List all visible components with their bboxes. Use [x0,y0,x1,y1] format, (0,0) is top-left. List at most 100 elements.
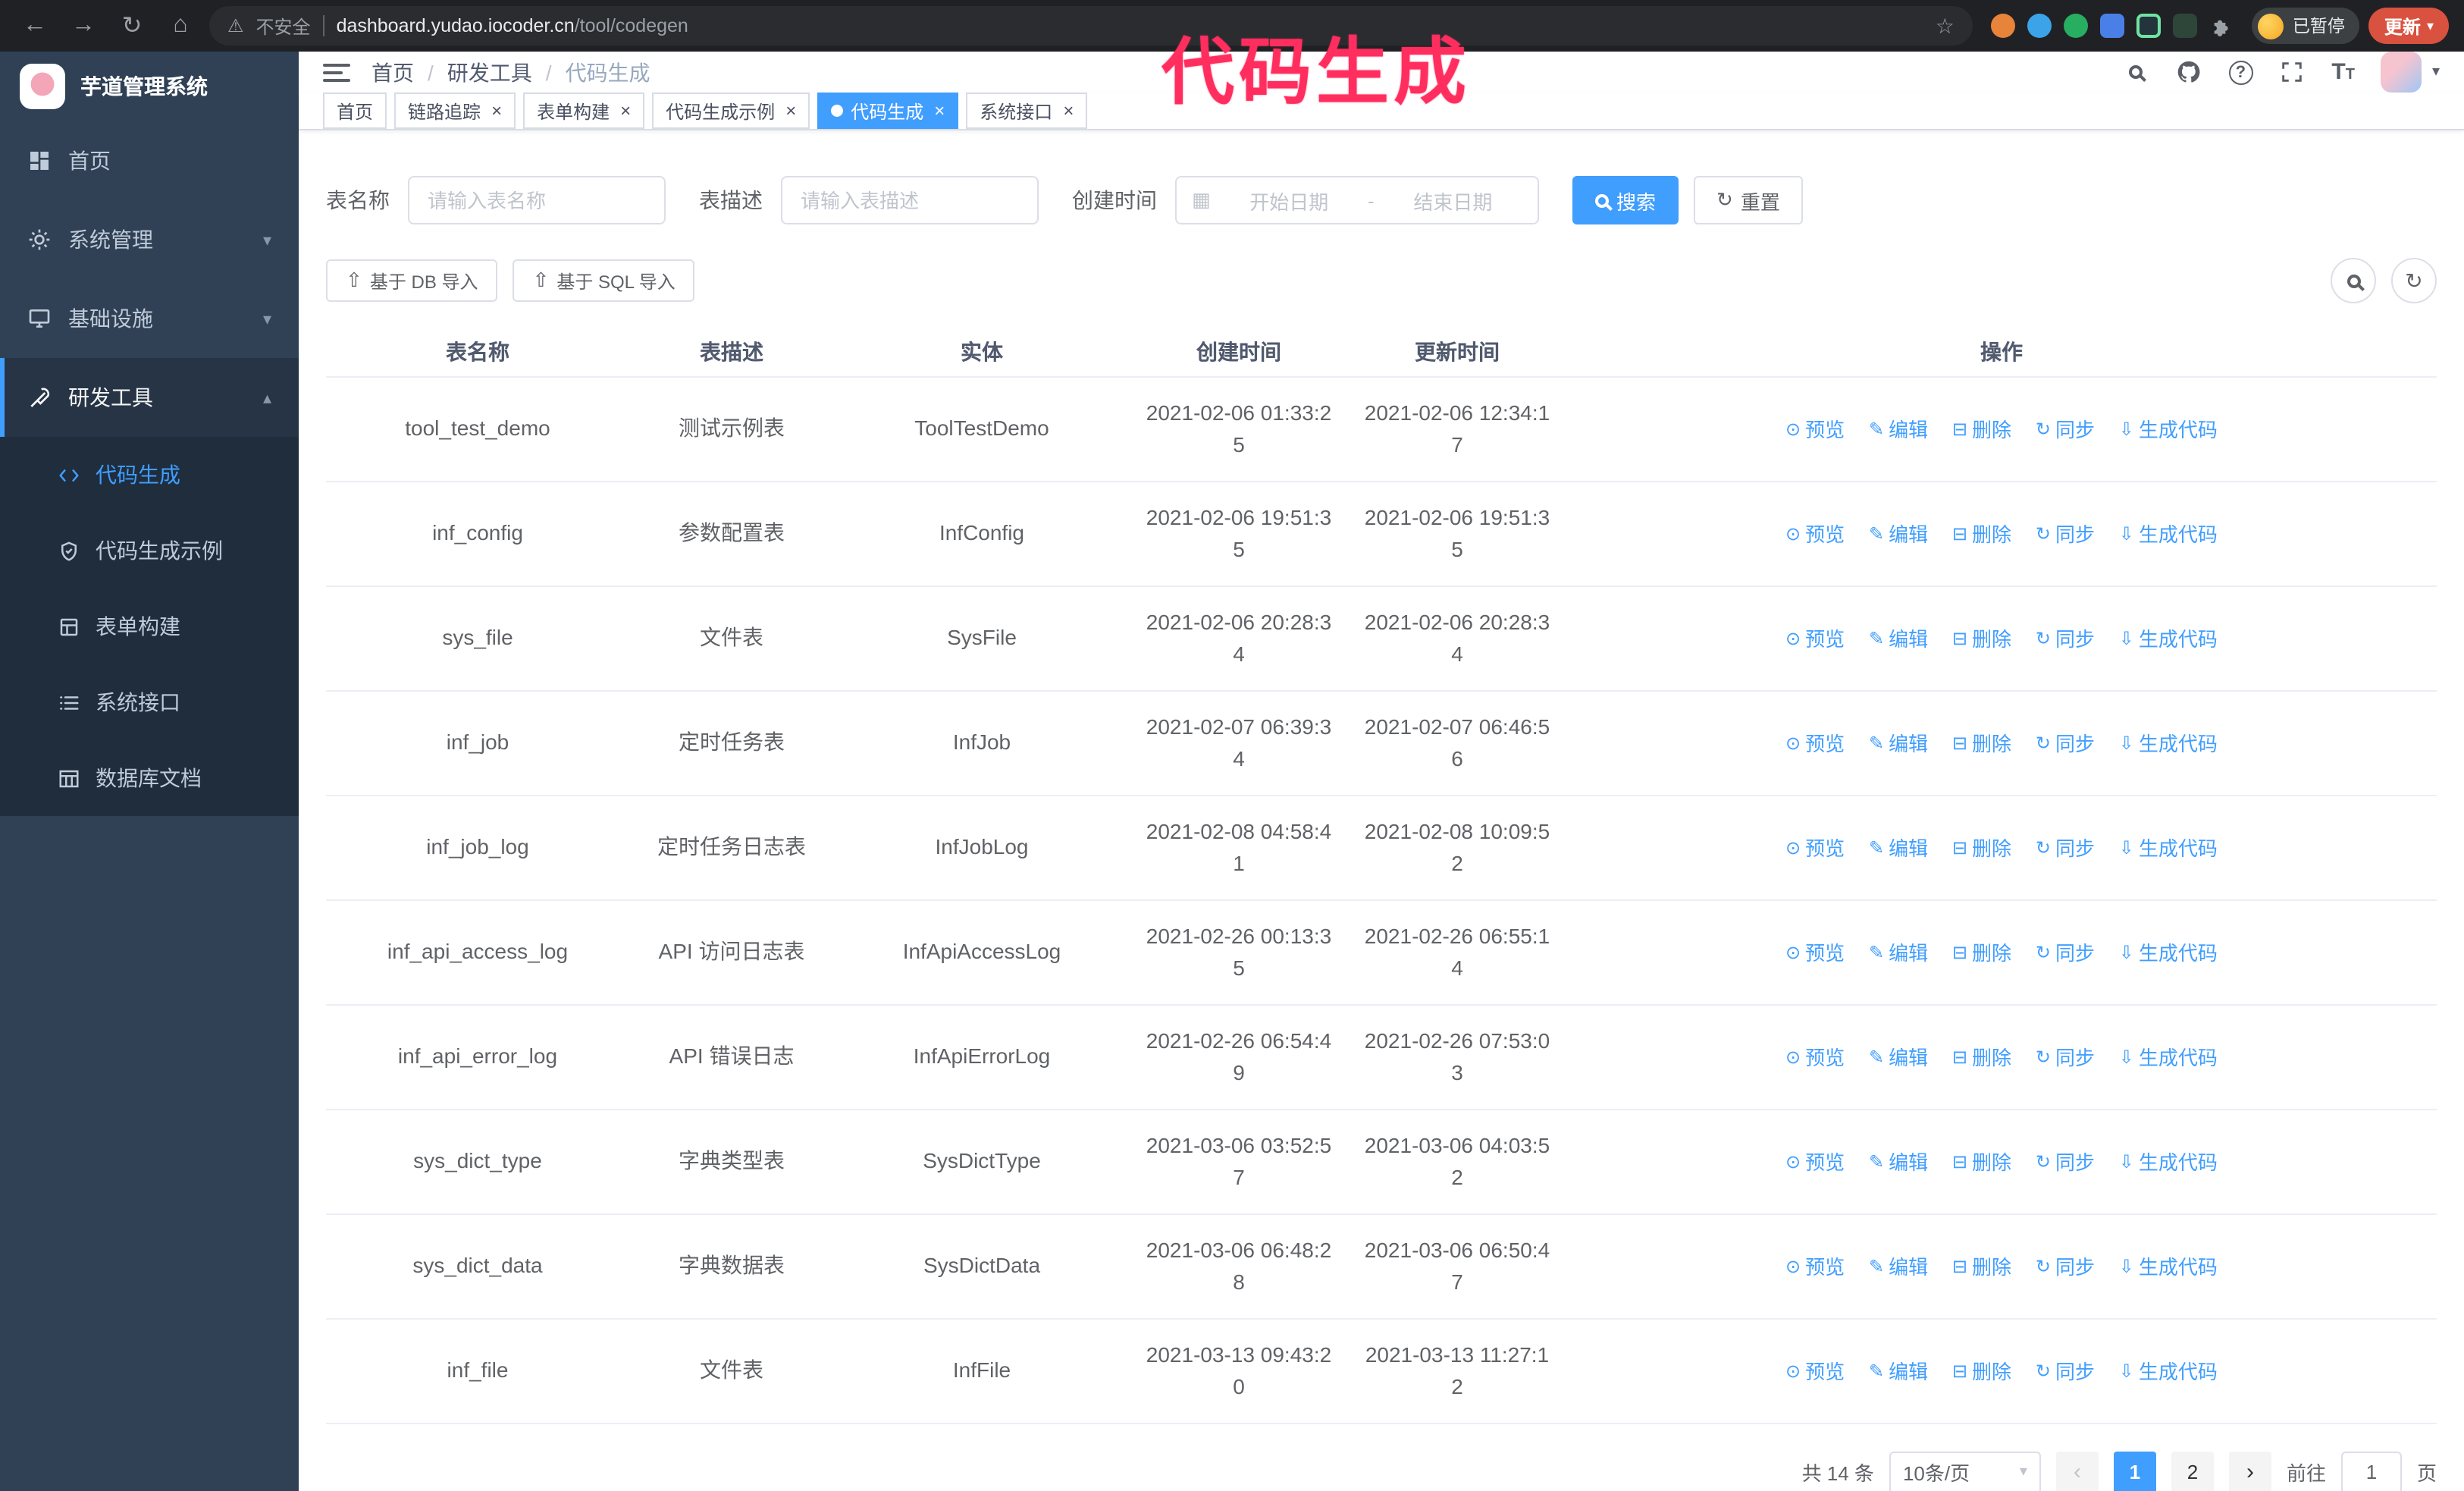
edit-link[interactable]: ✎ 编辑 [1869,518,1928,550]
sidebar-item-db-docs[interactable]: 数据库文档 [0,740,299,816]
generate-code-link[interactable]: ⇩ 生成代码 [2119,727,2218,759]
generate-code-link[interactable]: ⇩ 生成代码 [2119,413,2218,445]
sync-link[interactable]: ↻ 同步 [2036,623,2095,654]
delete-link[interactable]: ⊟ 删除 [1952,727,2011,759]
edit-link[interactable]: ✎ 编辑 [1869,413,1928,445]
edit-link[interactable]: ✎ 编辑 [1869,1146,1928,1178]
delete-link[interactable]: ⊟ 删除 [1952,832,2011,864]
edit-link[interactable]: ✎ 编辑 [1869,623,1928,654]
preview-link[interactable]: ⊙ 预览 [1785,623,1845,654]
tab[interactable]: 系统接口 × [966,93,1088,129]
extension-icon[interactable] [2099,14,2124,38]
profile-chip[interactable]: 已暂停 [2251,8,2360,44]
edit-link[interactable]: ✎ 编辑 [1869,1251,1928,1282]
fullscreen-icon[interactable] [2278,58,2306,86]
hamburger-icon[interactable] [323,63,350,81]
tab-close-icon[interactable]: × [1063,100,1074,121]
tab-close-icon[interactable]: × [491,100,502,121]
preview-link[interactable]: ⊙ 预览 [1785,727,1845,759]
tab[interactable]: 代码生成 × [817,93,959,129]
delete-link[interactable]: ⊟ 删除 [1952,1355,2011,1387]
import-db-button[interactable]: ⇧ 基于 DB 导入 [326,259,498,302]
extension-icon[interactable] [2027,14,2052,38]
home-button[interactable]: ⌂ [161,6,200,46]
preview-link[interactable]: ⊙ 预览 [1785,1146,1845,1178]
sync-link[interactable]: ↻ 同步 [2036,518,2095,550]
edit-link[interactable]: ✎ 编辑 [1869,1041,1928,1073]
sync-link[interactable]: ↻ 同步 [2036,1251,2095,1282]
sidebar-item-system-management[interactable]: 系统管理 ▾ [0,200,299,279]
reload-button[interactable]: ↻ [112,6,152,46]
sidebar-item-codegen-example[interactable]: 代码生成示例 [0,513,299,589]
table-name-input[interactable] [408,176,666,224]
page-button-1[interactable]: 1 [2113,1451,2156,1491]
breadcrumb-dev-tools[interactable]: 研发工具 [447,57,532,87]
tab-close-icon[interactable]: × [785,100,796,121]
sync-link[interactable]: ↻ 同步 [2036,937,2095,968]
generate-code-link[interactable]: ⇩ 生成代码 [2119,623,2218,654]
edit-link[interactable]: ✎ 编辑 [1869,727,1928,759]
tab-close-icon[interactable]: × [620,100,631,121]
page-button-2[interactable]: 2 [2171,1451,2214,1491]
extension-icon[interactable] [1990,14,2015,38]
goto-page-input[interactable] [2340,1451,2402,1491]
font-size-icon[interactable]: TT [2331,59,2355,85]
extension-icon[interactable] [2136,14,2161,38]
sync-link[interactable]: ↻ 同步 [2036,413,2095,445]
search-button[interactable]: 搜索 [1572,176,1679,224]
address-bar[interactable]: ⚠ 不安全 dashboard.yudao.iocoder.cn/tool/co… [209,6,1973,46]
search-icon[interactable] [2122,58,2149,86]
delete-link[interactable]: ⊟ 删除 [1952,623,2011,654]
sync-link[interactable]: ↻ 同步 [2036,1355,2095,1387]
sidebar-item-system-api[interactable]: 系统接口 [0,664,299,740]
preview-link[interactable]: ⊙ 预览 [1785,518,1845,550]
prev-page-button[interactable]: ‹ [2055,1451,2099,1491]
delete-link[interactable]: ⊟ 删除 [1952,1251,2011,1282]
delete-link[interactable]: ⊟ 删除 [1952,413,2011,445]
tab[interactable]: 代码生成示例 × [652,93,810,129]
preview-link[interactable]: ⊙ 预览 [1785,413,1845,445]
reset-button[interactable]: ↻ 重置 [1694,176,1803,224]
generate-code-link[interactable]: ⇩ 生成代码 [2119,1251,2218,1282]
edit-link[interactable]: ✎ 编辑 [1869,1355,1928,1387]
toggle-search-button[interactable] [2331,258,2376,303]
sync-link[interactable]: ↻ 同步 [2036,1146,2095,1178]
bookmark-star-icon[interactable]: ☆ [1936,13,1955,39]
date-range-picker[interactable]: ▦ 开始日期 - 结束日期 [1175,176,1539,224]
delete-link[interactable]: ⊟ 删除 [1952,518,2011,550]
extensions-puzzle-icon[interactable] [2209,14,2234,38]
table-desc-input[interactable] [781,176,1039,224]
back-button[interactable]: ← [15,6,55,46]
import-sql-button[interactable]: ⇧ 基于 SQL 导入 [513,259,695,302]
preview-link[interactable]: ⊙ 预览 [1785,1041,1845,1073]
app-logo-row[interactable]: 芋道管理系统 [0,52,299,121]
tab-close-icon[interactable]: × [934,100,945,121]
forward-button[interactable]: → [64,6,103,46]
tab[interactable]: 链路追踪 × [394,93,516,129]
preview-link[interactable]: ⊙ 预览 [1785,832,1845,864]
sidebar-item-home[interactable]: 首页 [0,121,299,200]
sidebar-item-dev-tools[interactable]: 研发工具 ▴ [0,358,299,437]
update-button[interactable]: 更新 ▾ [2368,8,2449,44]
generate-code-link[interactable]: ⇩ 生成代码 [2119,518,2218,550]
delete-link[interactable]: ⊟ 删除 [1952,1041,2011,1073]
breadcrumb-home[interactable]: 首页 [371,57,414,87]
preview-link[interactable]: ⊙ 预览 [1785,1251,1845,1282]
delete-link[interactable]: ⊟ 删除 [1952,1146,2011,1178]
edit-link[interactable]: ✎ 编辑 [1869,937,1928,968]
user-avatar[interactable] [2380,52,2422,93]
preview-link[interactable]: ⊙ 预览 [1785,1355,1845,1387]
github-icon[interactable] [2175,58,2202,86]
help-icon[interactable]: ? [2228,60,2253,84]
extension-icon[interactable] [2172,14,2197,38]
generate-code-link[interactable]: ⇩ 生成代码 [2119,1146,2218,1178]
sync-link[interactable]: ↻ 同步 [2036,727,2095,759]
delete-link[interactable]: ⊟ 删除 [1952,937,2011,968]
generate-code-link[interactable]: ⇩ 生成代码 [2119,937,2218,968]
page-size-select[interactable]: 10条/页 ▾ [1889,1451,2041,1491]
extension-icon[interactable] [2063,14,2088,38]
generate-code-link[interactable]: ⇩ 生成代码 [2119,832,2218,864]
sidebar-item-form-builder[interactable]: 表单构建 [0,589,299,664]
security-warning-label[interactable]: 不安全 [256,13,311,39]
tab[interactable]: 表单构建 × [523,93,645,129]
